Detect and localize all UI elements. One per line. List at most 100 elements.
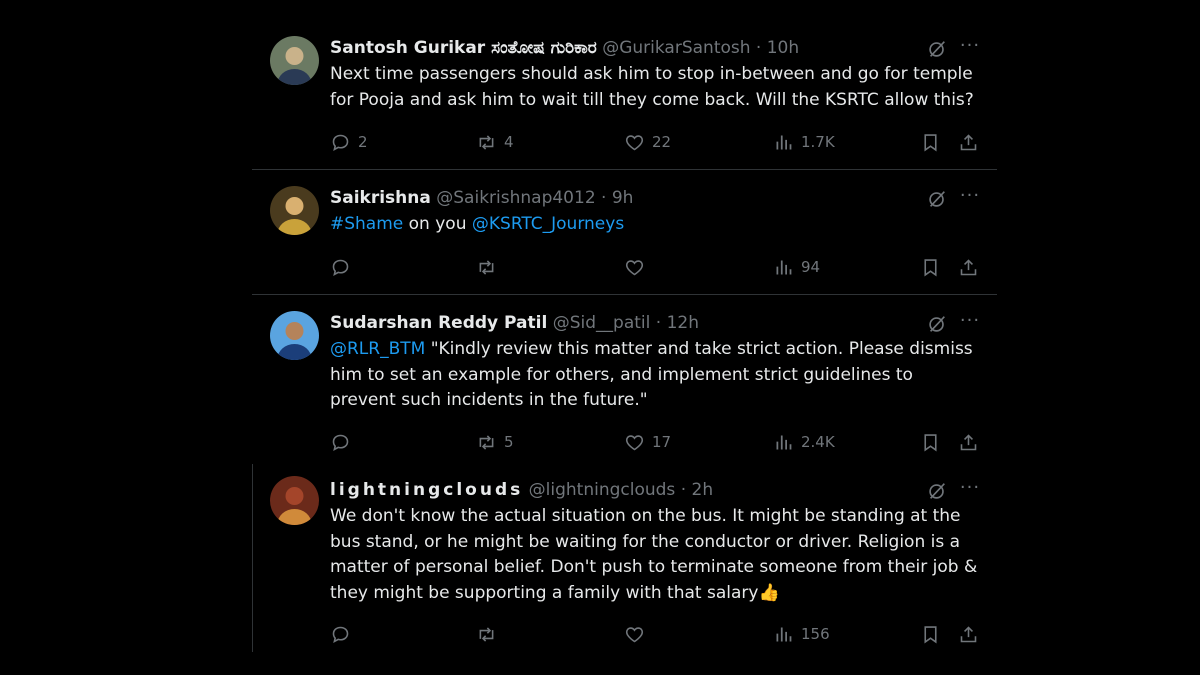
views-count: 2.4K <box>801 433 835 451</box>
repost-button[interactable] <box>476 622 504 646</box>
action-bar: 156 <box>330 622 990 646</box>
share-button[interactable] <box>958 622 979 646</box>
share-icon <box>958 624 979 645</box>
bookmark-icon <box>920 257 941 278</box>
timestamp[interactable]: 12h <box>667 313 699 333</box>
share-button[interactable] <box>958 255 979 279</box>
repost-icon <box>476 257 504 278</box>
repost-icon <box>476 432 504 453</box>
author-handle[interactable]: @Sid__patil <box>553 313 651 333</box>
action-bar: 94 <box>330 255 990 279</box>
reply-feed: Santosh Gurikar ಸಂತೋಷ ಗುರಿಕಾರ @GurikarSa… <box>0 0 1200 675</box>
more-options-icon[interactable]: ··· <box>958 311 982 335</box>
hashtag-link[interactable]: #Shame <box>330 214 403 234</box>
tweet-header: Santosh Gurikar ಸಂತೋಷ ಗುರಿಕಾರ @GurikarSa… <box>330 36 799 60</box>
action-bar: 5 17 2.4K <box>330 430 990 454</box>
reposts-count: 4 <box>504 133 514 151</box>
grok-icon[interactable] <box>926 313 948 335</box>
mention-link[interactable]: @KSRTC_Journeys <box>472 214 624 234</box>
bookmark-button[interactable] <box>920 430 941 454</box>
avatar[interactable] <box>270 36 319 85</box>
tweet-text: We don't know the actual situation on th… <box>330 504 980 606</box>
views-count: 94 <box>801 258 821 276</box>
heart-icon <box>624 432 652 453</box>
author-name[interactable]: lightningclouds <box>330 480 523 500</box>
views-button[interactable]: 94 <box>773 255 820 279</box>
action-bar: 2 4 22 1.7K <box>330 130 990 154</box>
tweet-text: @RLR_BTM "Kindly review this matter and … <box>330 337 980 414</box>
avatar[interactable] <box>270 186 319 235</box>
timestamp[interactable]: 9h <box>612 188 634 208</box>
timestamp[interactable]: 2h <box>692 480 714 500</box>
author-handle[interactable]: @Saikrishnap4012 <box>436 188 595 208</box>
text-segment: "Kindly review this matter and take stri… <box>330 339 973 410</box>
reply-button[interactable] <box>330 255 358 279</box>
likes-count: 17 <box>652 433 672 451</box>
views-icon <box>773 257 801 278</box>
separator-dot: · <box>755 38 762 58</box>
avatar[interactable] <box>270 311 319 360</box>
author-handle[interactable]: @lightningclouds <box>529 480 676 500</box>
like-button[interactable]: 22 <box>624 130 671 154</box>
bookmark-icon <box>920 624 941 645</box>
reply-icon <box>330 624 358 645</box>
grok-icon[interactable] <box>926 38 948 60</box>
views-count: 1.7K <box>801 133 835 151</box>
views-button[interactable]: 2.4K <box>773 430 835 454</box>
reply-icon <box>330 432 358 453</box>
bookmark-button[interactable] <box>920 255 941 279</box>
timestamp[interactable]: 10h <box>767 38 799 58</box>
author-name[interactable]: Santosh Gurikar ಸಂತೋಷ ಗುರಿಕಾರ <box>330 38 597 58</box>
heart-icon <box>624 132 652 153</box>
bookmark-button[interactable] <box>920 130 941 154</box>
text-segment: Next time passengers should ask him to s… <box>330 64 974 110</box>
reply-button[interactable]: 2 <box>330 130 368 154</box>
mention-link[interactable]: @RLR_BTM <box>330 339 425 359</box>
separator-dot: · <box>655 313 662 333</box>
share-button[interactable] <box>958 130 979 154</box>
share-icon <box>958 257 979 278</box>
tweet[interactable]: Santosh Gurikar ಸಂತೋಷ ಗುರಿಕಾರ @GurikarSa… <box>252 36 997 160</box>
repost-icon <box>476 624 504 645</box>
avatar[interactable] <box>270 476 319 525</box>
repost-button[interactable]: 4 <box>476 130 514 154</box>
grok-icon[interactable] <box>926 188 948 210</box>
bookmark-icon <box>920 132 941 153</box>
tweet[interactable]: Saikrishna @Saikrishnap4012 · 9h ··· #Sham… <box>252 186 997 285</box>
tweet[interactable]: lightningclouds @lightningclouds · 2h ···… <box>252 476 997 652</box>
repost-button[interactable]: 5 <box>476 430 514 454</box>
separator-dot: · <box>601 188 607 208</box>
heart-icon <box>624 257 652 278</box>
author-name[interactable]: Saikrishna <box>330 188 431 208</box>
views-button[interactable]: 156 <box>773 622 830 646</box>
more-options-icon[interactable]: ··· <box>958 186 982 210</box>
more-options-icon[interactable]: ··· <box>958 36 982 60</box>
author-name[interactable]: Sudarshan Reddy Patil <box>330 313 547 333</box>
tweet-header: lightningclouds @lightningclouds · 2h <box>330 478 713 502</box>
divider <box>252 294 997 295</box>
replies-count: 2 <box>358 133 368 151</box>
views-button[interactable]: 1.7K <box>773 130 835 154</box>
like-button[interactable] <box>624 255 652 279</box>
tweet-text: #Shame on you @KSRTC_Journeys <box>330 212 980 238</box>
views-icon <box>773 132 801 153</box>
more-options-icon[interactable]: ··· <box>958 478 982 502</box>
views-icon <box>773 432 801 453</box>
share-icon <box>958 132 979 153</box>
views-count: 156 <box>801 625 830 643</box>
grok-icon[interactable] <box>926 480 948 502</box>
bookmark-icon <box>920 432 941 453</box>
repost-button[interactable] <box>476 255 504 279</box>
bookmark-button[interactable] <box>920 622 941 646</box>
like-button[interactable] <box>624 622 652 646</box>
like-button[interactable]: 17 <box>624 430 671 454</box>
reposts-count: 5 <box>504 433 514 451</box>
author-handle[interactable]: @GurikarSantosh <box>602 38 750 58</box>
reply-button[interactable] <box>330 430 358 454</box>
reply-button[interactable] <box>330 622 358 646</box>
divider <box>252 169 997 170</box>
tweet[interactable]: Sudarshan Reddy Patil @Sid__patil · 12h ·… <box>252 311 997 460</box>
share-button[interactable] <box>958 430 979 454</box>
repost-icon <box>476 132 504 153</box>
reply-icon <box>330 257 358 278</box>
